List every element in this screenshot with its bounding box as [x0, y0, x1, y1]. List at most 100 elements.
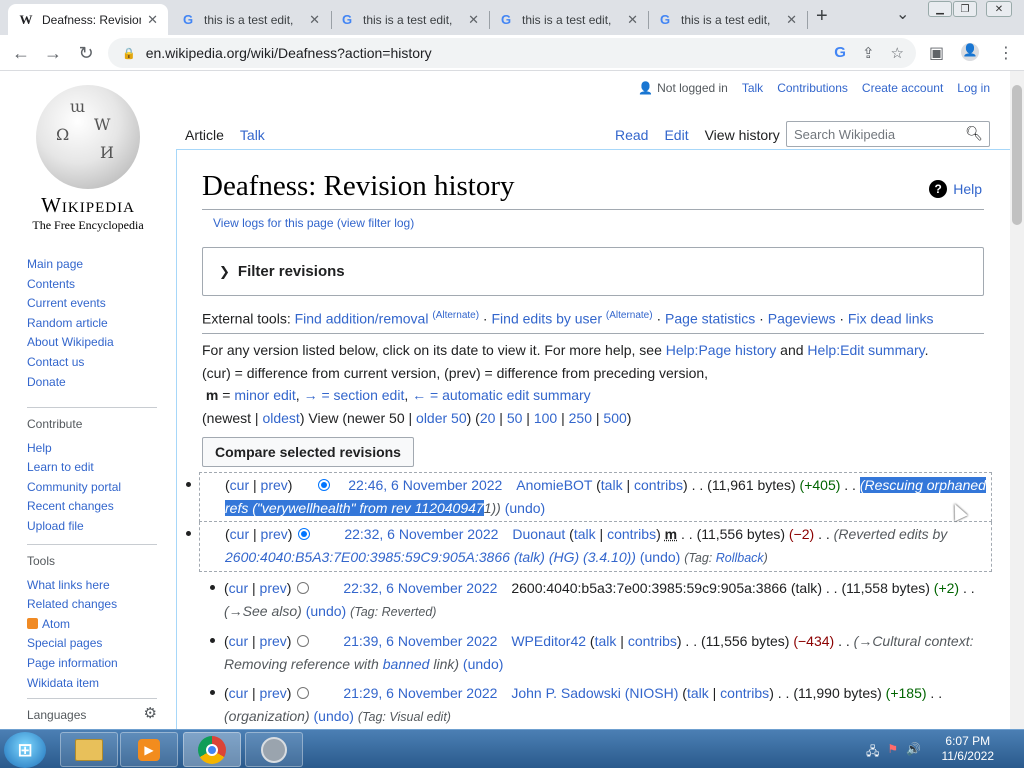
action-center-icon[interactable]: ⚑ [887, 742, 898, 763]
bookmark-star-icon[interactable]: ☆ [891, 44, 904, 62]
clock[interactable]: 6:07 PM 11/6/2022 [942, 734, 995, 764]
network-icon[interactable]: 🖧 [866, 742, 879, 763]
side-panel-icon[interactable]: ▣ [929, 43, 944, 63]
user-talk-link[interactable]: Talk [742, 81, 763, 95]
nav-recent-changes[interactable]: Recent changes [27, 499, 114, 513]
find-addition-link[interactable]: Find addition/removal [295, 311, 429, 327]
compare-selected-revisions-button[interactable]: Compare selected revisions [202, 437, 414, 467]
revision-user-link[interactable]: John P. Sadowski (NIOSH) [511, 685, 678, 701]
help-link[interactable]: ? Help [929, 180, 982, 198]
nav-help[interactable]: Help [27, 441, 52, 455]
user-talk-link[interactable]: talk [687, 685, 709, 701]
share-icon[interactable]: ⇪ [862, 44, 875, 62]
close-icon[interactable]: ✕ [627, 12, 638, 28]
nav-atom[interactable]: Atom [42, 617, 70, 631]
prev-link[interactable]: prev [260, 580, 287, 596]
filter-revisions-toggle[interactable]: ❯ Filter revisions [202, 247, 984, 296]
nav-learn-to-edit[interactable]: Learn to edit [27, 460, 94, 474]
undo-link[interactable]: (undo) [463, 656, 503, 672]
page-scrollbar[interactable] [1010, 71, 1024, 729]
summary-hg-link[interactable]: (HG) [549, 549, 579, 565]
summary-banned-link[interactable]: banned [383, 656, 430, 672]
minor-edit-link[interactable]: minor edit [234, 387, 295, 403]
revision-radio-diff[interactable] [298, 528, 311, 540]
revision-radio-diff[interactable] [297, 635, 310, 647]
address-bar[interactable]: 🔒 en.wikipedia.org/wiki/Deafness?action=… [108, 38, 916, 68]
revision-radio-oldid[interactable] [318, 479, 331, 491]
nav-upload-file[interactable]: Upload file [27, 519, 84, 533]
menu-kebab-icon[interactable]: ⋮ [998, 43, 1014, 63]
gear-icon[interactable]: ⚙ [144, 704, 157, 726]
volume-icon[interactable]: 🔊 [906, 742, 921, 763]
revision-user-link[interactable]: 2600:4040:b5a3:7e00:3985:59c9:905a:3866 [511, 580, 787, 596]
new-tab-button[interactable]: + [816, 5, 828, 28]
revision-date-link[interactable]: 22:46, 6 November 2022 [348, 477, 502, 493]
user-talk-link[interactable]: talk [595, 633, 617, 649]
revision-user-link[interactable]: WPEditor42 [511, 633, 586, 649]
nav-community-portal[interactable]: Community portal [27, 480, 121, 494]
nav-contents[interactable]: Contents [27, 277, 75, 291]
revision-date-link[interactable]: 21:39, 6 November 2022 [343, 633, 497, 649]
tab-test-edit-2[interactable]: G this is a test edit, ✕ [329, 4, 489, 35]
view-filter-log-link[interactable]: (view filter log) [337, 216, 414, 230]
view-logs-link[interactable]: View logs for this page [213, 216, 334, 230]
cur-link[interactable]: cur [229, 633, 248, 649]
help-page-history-link[interactable]: Help:Page history [666, 342, 777, 358]
undo-link[interactable]: (undo) [640, 549, 680, 565]
nav-special-pages[interactable]: Special pages [27, 636, 102, 650]
revision-date-link[interactable]: 22:32, 6 November 2022 [343, 580, 497, 596]
nav-related-changes[interactable]: Related changes [27, 597, 117, 611]
prev-link[interactable]: prev [261, 477, 288, 493]
find-edits-by-user-link[interactable]: Find edits by user [492, 311, 603, 327]
revision-radio-diff[interactable] [297, 582, 310, 594]
close-icon[interactable]: ✕ [786, 12, 797, 28]
user-contribs-link[interactable]: contribs [607, 526, 656, 542]
revision-date-link[interactable]: 22:32, 6 November 2022 [344, 526, 498, 542]
nav-current-events[interactable]: Current events [27, 296, 106, 310]
user-talk-link[interactable]: talk [796, 580, 818, 596]
revision-user-link[interactable]: Duonaut [512, 526, 565, 542]
cur-link[interactable]: cur [229, 580, 248, 596]
user-contribs-link[interactable]: contribs [634, 477, 683, 493]
scrollbar-thumb[interactable] [1012, 85, 1022, 225]
section-edit-link[interactable]: → = section edit [304, 387, 405, 403]
minimize-button[interactable]: ▁ [928, 1, 952, 17]
create-account-link[interactable]: Create account [862, 81, 943, 95]
prev-link[interactable]: prev [260, 633, 287, 649]
file-explorer-taskbar-icon[interactable] [60, 732, 118, 767]
pageviews-link[interactable]: Pageviews [768, 311, 836, 327]
user-talk-link[interactable]: talk [574, 526, 596, 542]
automatic-summary-link[interactable]: ← = automatic edit summary [412, 387, 591, 403]
nav-what-links-here[interactable]: What links here [27, 578, 110, 592]
undo-link[interactable]: (undo) [306, 603, 346, 619]
start-button-icon[interactable]: ⊞ [4, 732, 46, 768]
summary-talk-link[interactable]: (talk) [514, 549, 545, 565]
nav-donate[interactable]: Donate [27, 375, 66, 389]
revision-radio-diff[interactable] [297, 687, 310, 699]
search-icon[interactable]: 🔍︎ [965, 125, 983, 142]
summary-version-link[interactable]: (3.4.10)) [583, 549, 636, 565]
app-taskbar-icon[interactable] [245, 732, 303, 767]
reload-icon[interactable]: ↻ [73, 41, 99, 65]
search-input[interactable]: Search Wikipedia 🔍︎ [786, 121, 990, 147]
nav-page-information[interactable]: Page information [27, 656, 118, 670]
pager-500-link[interactable]: 500 [603, 410, 626, 426]
tab-read[interactable]: Read [607, 123, 656, 149]
undo-link[interactable]: (undo) [314, 708, 354, 724]
user-contributions-link[interactable]: Contributions [777, 81, 848, 95]
help-edit-summary-link[interactable]: Help:Edit summary [807, 342, 924, 358]
tab-search-chevron-icon[interactable]: ⌄ [896, 4, 909, 24]
tab-edit[interactable]: Edit [656, 123, 696, 149]
find-addition-alt-link[interactable]: (Alternate) [432, 310, 479, 321]
cur-link[interactable]: cur [229, 685, 248, 701]
nav-about-wikipedia[interactable]: About Wikipedia [27, 335, 114, 349]
log-in-link[interactable]: Log in [957, 81, 990, 95]
pager-oldest-link[interactable]: oldest [262, 410, 299, 426]
url-text[interactable]: en.wikipedia.org/wiki/Deafness?action=hi… [146, 45, 432, 61]
find-edits-alt-link[interactable]: (Alternate) [606, 310, 653, 321]
tab-test-edit-3[interactable]: G this is a test edit, ✕ [488, 4, 648, 35]
nav-random-article[interactable]: Random article [27, 316, 108, 330]
close-icon[interactable]: ✕ [309, 12, 320, 28]
user-contribs-link[interactable]: contribs [720, 685, 769, 701]
media-player-taskbar-icon[interactable]: ▶ [120, 732, 178, 767]
